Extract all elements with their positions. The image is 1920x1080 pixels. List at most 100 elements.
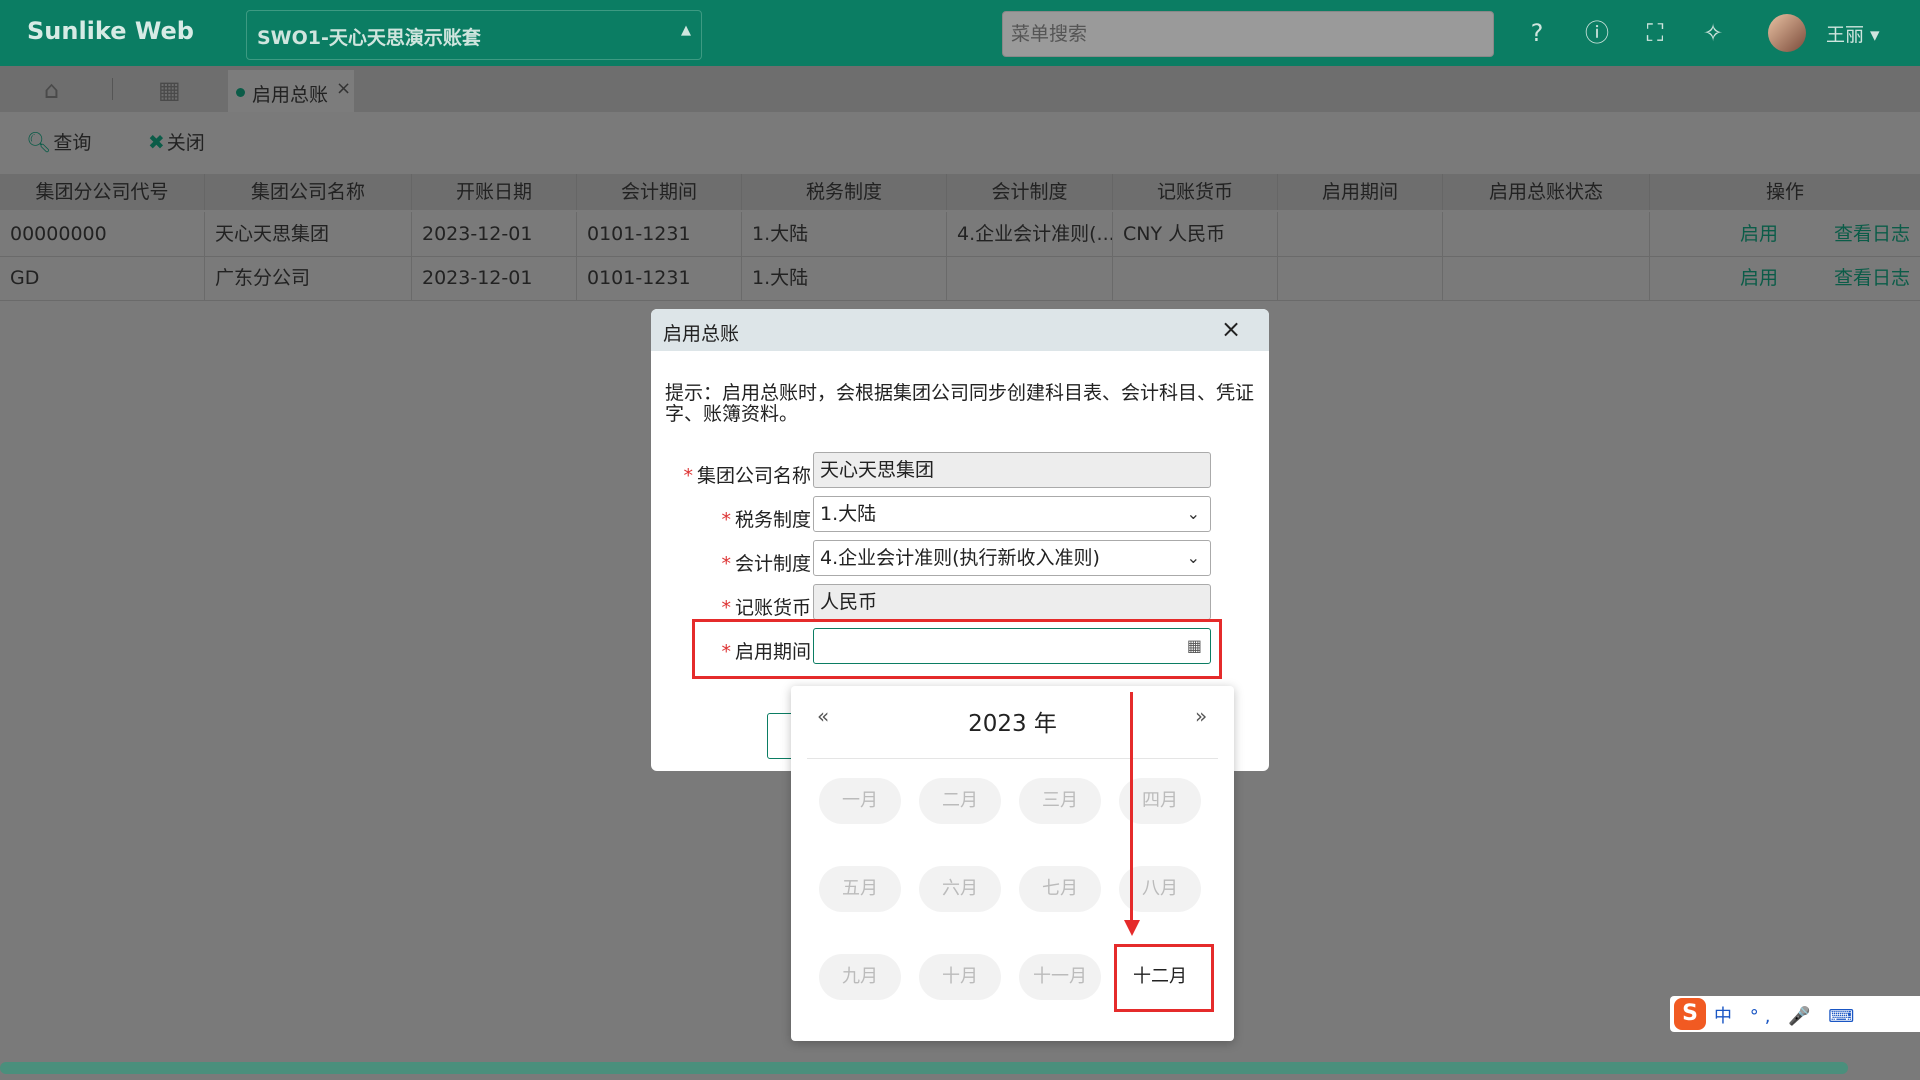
required-mark: *	[721, 553, 731, 575]
tax-select[interactable]: 1.大陆 ⌄	[813, 496, 1211, 532]
help-circle-icon[interactable]: ?	[1522, 18, 1552, 48]
enable-link[interactable]: 启用	[1740, 256, 1778, 300]
menu-search[interactable]	[1002, 11, 1494, 57]
account-book-label: SWO1-天心天思演示账套	[257, 27, 481, 49]
column-header: 操作	[1765, 181, 1804, 203]
view-log-link[interactable]: 查看日志	[1834, 256, 1910, 300]
annotation-arrow-head	[1124, 920, 1140, 936]
month-feb: 二月	[919, 778, 1001, 824]
info-icon[interactable]: ⓘ	[1582, 18, 1612, 48]
table-row[interactable]: GD 广东分公司 2023-12-01 0101-1231 1.大陆 启用 查看…	[0, 256, 1920, 301]
cell-start	[1278, 256, 1443, 300]
cell-currency	[1113, 256, 1278, 300]
cell-open-date: 2023-12-01	[412, 212, 577, 256]
close-icon[interactable]: ×	[1221, 315, 1241, 343]
account-book-select[interactable]: SWO1-天心天思演示账套 ▲	[246, 10, 702, 60]
month-mar: 三月	[1019, 778, 1101, 824]
tax-value: 1.大陆	[820, 503, 877, 525]
acct-select[interactable]: 4.企业会计准则(执行新收入准则) ⌄	[813, 540, 1211, 576]
chevron-down-icon: ⌄	[1186, 504, 1200, 523]
active-dot-icon	[236, 88, 245, 97]
tax-label: * 税务制度	[651, 505, 811, 532]
tax-label-text: 税务制度	[734, 509, 811, 531]
query-label: 查询	[53, 132, 92, 154]
company-field: 天心天思集团	[813, 452, 1211, 488]
month-jul: 七月	[1019, 866, 1101, 912]
view-log-link[interactable]: 查看日志	[1834, 212, 1910, 256]
column-header[interactable]: 开账日期	[412, 174, 577, 210]
table-row[interactable]: 00000000 天心天思集团 2023-12-01 0101-1231 1.大…	[0, 212, 1920, 257]
close-icon[interactable]: ×	[336, 78, 351, 99]
cell-acct	[947, 256, 1113, 300]
close-circle-icon: ✖	[148, 130, 165, 154]
cell-period: 0101-1231	[577, 256, 742, 300]
cell-tax: 1.大陆	[742, 212, 947, 256]
tab-bar: ⌂ ▦ 启用总账 ×	[0, 66, 1920, 112]
brand-logo: Sunlike Web	[27, 17, 194, 45]
month-oct: 十月	[919, 954, 1001, 1000]
acct-label: * 会计制度	[651, 549, 811, 576]
ime-toolbar[interactable]: S 中 °, 🎤 ⌨	[1670, 996, 1920, 1032]
user-name: 王丽	[1826, 24, 1865, 46]
dialog-header: 启用总账 ×	[651, 309, 1269, 351]
divider	[112, 78, 113, 100]
cell-open-date: 2023-12-01	[412, 256, 577, 300]
column-header[interactable]: 集团公司名称	[205, 174, 412, 210]
cell-currency: CNY 人民币	[1113, 212, 1278, 256]
acct-label-text: 会计制度	[734, 553, 811, 575]
user-menu[interactable]: 王丽 ▾	[1826, 20, 1880, 47]
query-button[interactable]: 🔍︎ 查询	[26, 128, 91, 155]
chevron-down-icon: ⌄	[1186, 548, 1200, 567]
annotation-arrow	[1130, 692, 1133, 924]
divider	[807, 758, 1218, 759]
avatar[interactable]	[1768, 14, 1806, 52]
column-header[interactable]: 税务制度	[742, 174, 947, 210]
month-nov: 十一月	[1019, 954, 1101, 1000]
horizontal-scrollbar[interactable]	[0, 1062, 1848, 1074]
sogou-logo-icon: S	[1674, 998, 1706, 1030]
home-icon[interactable]: ⌂	[44, 76, 59, 104]
caret-up-icon: ▲	[681, 23, 691, 38]
top-bar: Sunlike Web SWO1-天心天思演示账套 ▲ ? ⓘ ⛶ ✧ 王丽 ▾	[0, 0, 1920, 66]
close-label: 关闭	[166, 132, 205, 154]
month-may: 五月	[819, 866, 901, 912]
cell-code: GD	[0, 256, 205, 300]
cell-status	[1443, 212, 1650, 256]
close-button[interactable]: ✖ 关闭	[148, 128, 205, 155]
toolbar: 🔍︎ 查询 ✖ 关闭	[0, 112, 1920, 172]
next-year-icon[interactable]: »	[1195, 704, 1207, 728]
month-jan: 一月	[819, 778, 901, 824]
required-mark: *	[683, 465, 693, 487]
menu-search-input[interactable]	[1003, 12, 1493, 56]
dialog-hint: 提示：启用总账时，会根据集团公司同步创建科目表、会计科目、凭证字、账簿资料。	[665, 382, 1255, 425]
search-icon: 🔍︎	[26, 130, 52, 154]
picker-year: 2023 年	[968, 711, 1057, 737]
cell-tax: 1.大陆	[742, 256, 947, 300]
company-label-text: 集团公司名称	[696, 465, 811, 487]
tab-label: 启用总账	[252, 84, 329, 106]
cell-name: 广东分公司	[205, 256, 412, 300]
cell-name: 天心天思集团	[205, 212, 412, 256]
column-header[interactable]: 记账货币	[1113, 174, 1278, 210]
broom-icon[interactable]: ✧	[1698, 18, 1728, 48]
table-header: 集团分公司代号 集团公司名称 开账日期 会计期间 税务制度 会计制度 记账货币 …	[0, 174, 1920, 210]
grid-icon[interactable]: ▦	[158, 76, 181, 104]
column-header[interactable]: 启用期间	[1278, 174, 1443, 210]
cell-acct: 4.企业会计准则(...	[947, 212, 1113, 256]
cell-status	[1443, 256, 1650, 300]
currency-label-text: 记账货币	[734, 597, 811, 619]
fullscreen-icon[interactable]: ⛶	[1640, 18, 1670, 48]
column-header[interactable]: 会计制度	[947, 174, 1113, 210]
currency-field: 人民币	[813, 584, 1211, 620]
tab-enable-ledger[interactable]: 启用总账 ×	[228, 70, 354, 112]
currency-label: * 记账货币	[651, 593, 811, 620]
acct-value: 4.企业会计准则(执行新收入准则)	[820, 547, 1100, 569]
column-header[interactable]: 启用总账状态	[1443, 174, 1650, 210]
month-sep: 九月	[819, 954, 901, 1000]
cell-code: 00000000	[0, 212, 205, 256]
enable-link[interactable]: 启用	[1740, 212, 1778, 256]
highlight-box	[1114, 944, 1214, 1012]
column-header[interactable]: 会计期间	[577, 174, 742, 210]
column-header[interactable]: 集团分公司代号	[0, 174, 205, 210]
cell-start	[1278, 212, 1443, 256]
